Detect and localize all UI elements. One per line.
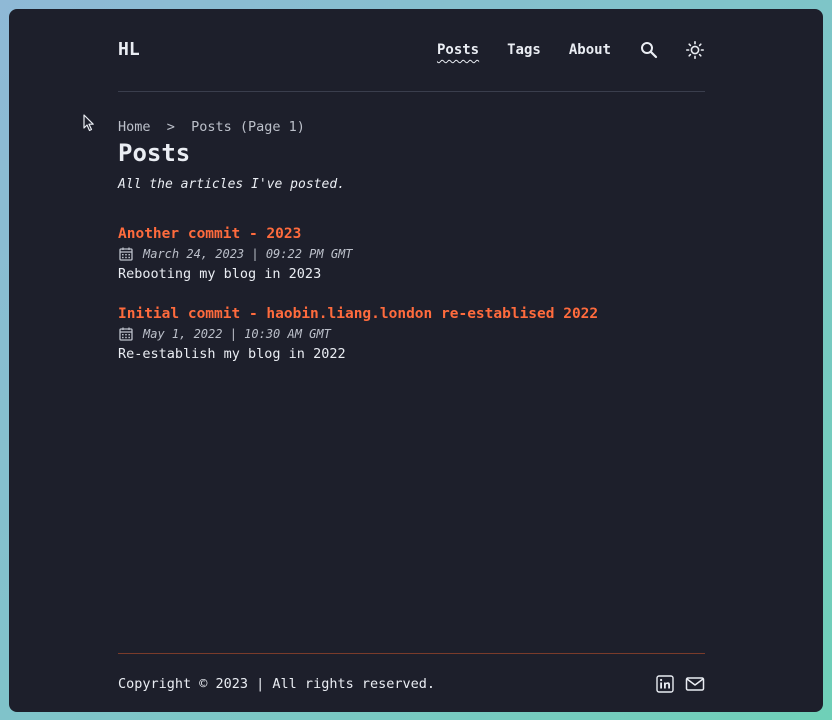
- post-date: March 24, 2023 | 09:22 PM GMT: [143, 247, 353, 261]
- post-item: Initial commit - haobin.liang.london re-…: [118, 305, 705, 363]
- post-title-link[interactable]: Another commit - 2023: [118, 225, 705, 243]
- nav-item-about[interactable]: About: [569, 42, 611, 58]
- sun-icon[interactable]: [685, 40, 705, 60]
- post-date: May 1, 2022 | 10:30 AM GMT: [143, 327, 331, 341]
- main-nav: Posts Tags About: [409, 40, 705, 60]
- post-description: Re-establish my blog in 2022: [118, 346, 346, 362]
- page-title: Posts: [118, 139, 191, 167]
- linkedin-icon[interactable]: [655, 674, 675, 694]
- mail-icon[interactable]: [685, 674, 705, 694]
- nav-item-posts[interactable]: Posts: [437, 42, 479, 58]
- post-meta: May 1, 2022 | 10:30 AM GMT: [118, 326, 705, 342]
- page-description: All the articles I've posted.: [118, 177, 345, 192]
- site-logo[interactable]: HL: [118, 39, 140, 60]
- post-item: Another commit - 2023 March 24, 2023 | 0…: [118, 225, 705, 283]
- nav-item-tags[interactable]: Tags: [507, 42, 541, 58]
- post-title-link[interactable]: Initial commit - haobin.liang.london re-…: [118, 305, 705, 323]
- calendar-icon: [118, 246, 134, 262]
- breadcrumb-separator: >: [166, 119, 175, 135]
- site-footer: Copyright © 2023 | All rights reserved.: [118, 653, 705, 712]
- breadcrumb-current: Posts (Page 1): [191, 119, 305, 135]
- main-content: HL Posts Tags About Home > Posts (Page 1…: [118, 9, 705, 712]
- browser-window: HL Posts Tags About Home > Posts (Page 1…: [9, 9, 823, 712]
- post-meta: March 24, 2023 | 09:22 PM GMT: [118, 246, 705, 262]
- search-icon[interactable]: [639, 40, 659, 60]
- breadcrumb-home[interactable]: Home: [118, 119, 151, 135]
- mouse-cursor-icon: [83, 114, 94, 132]
- post-description: Rebooting my blog in 2023: [118, 266, 322, 282]
- breadcrumb: Home > Posts (Page 1): [118, 119, 305, 135]
- calendar-icon: [118, 326, 134, 342]
- copyright-text: Copyright © 2023 | All rights reserved.: [118, 676, 435, 692]
- social-links: [655, 674, 705, 694]
- site-header: HL Posts Tags About: [118, 9, 705, 92]
